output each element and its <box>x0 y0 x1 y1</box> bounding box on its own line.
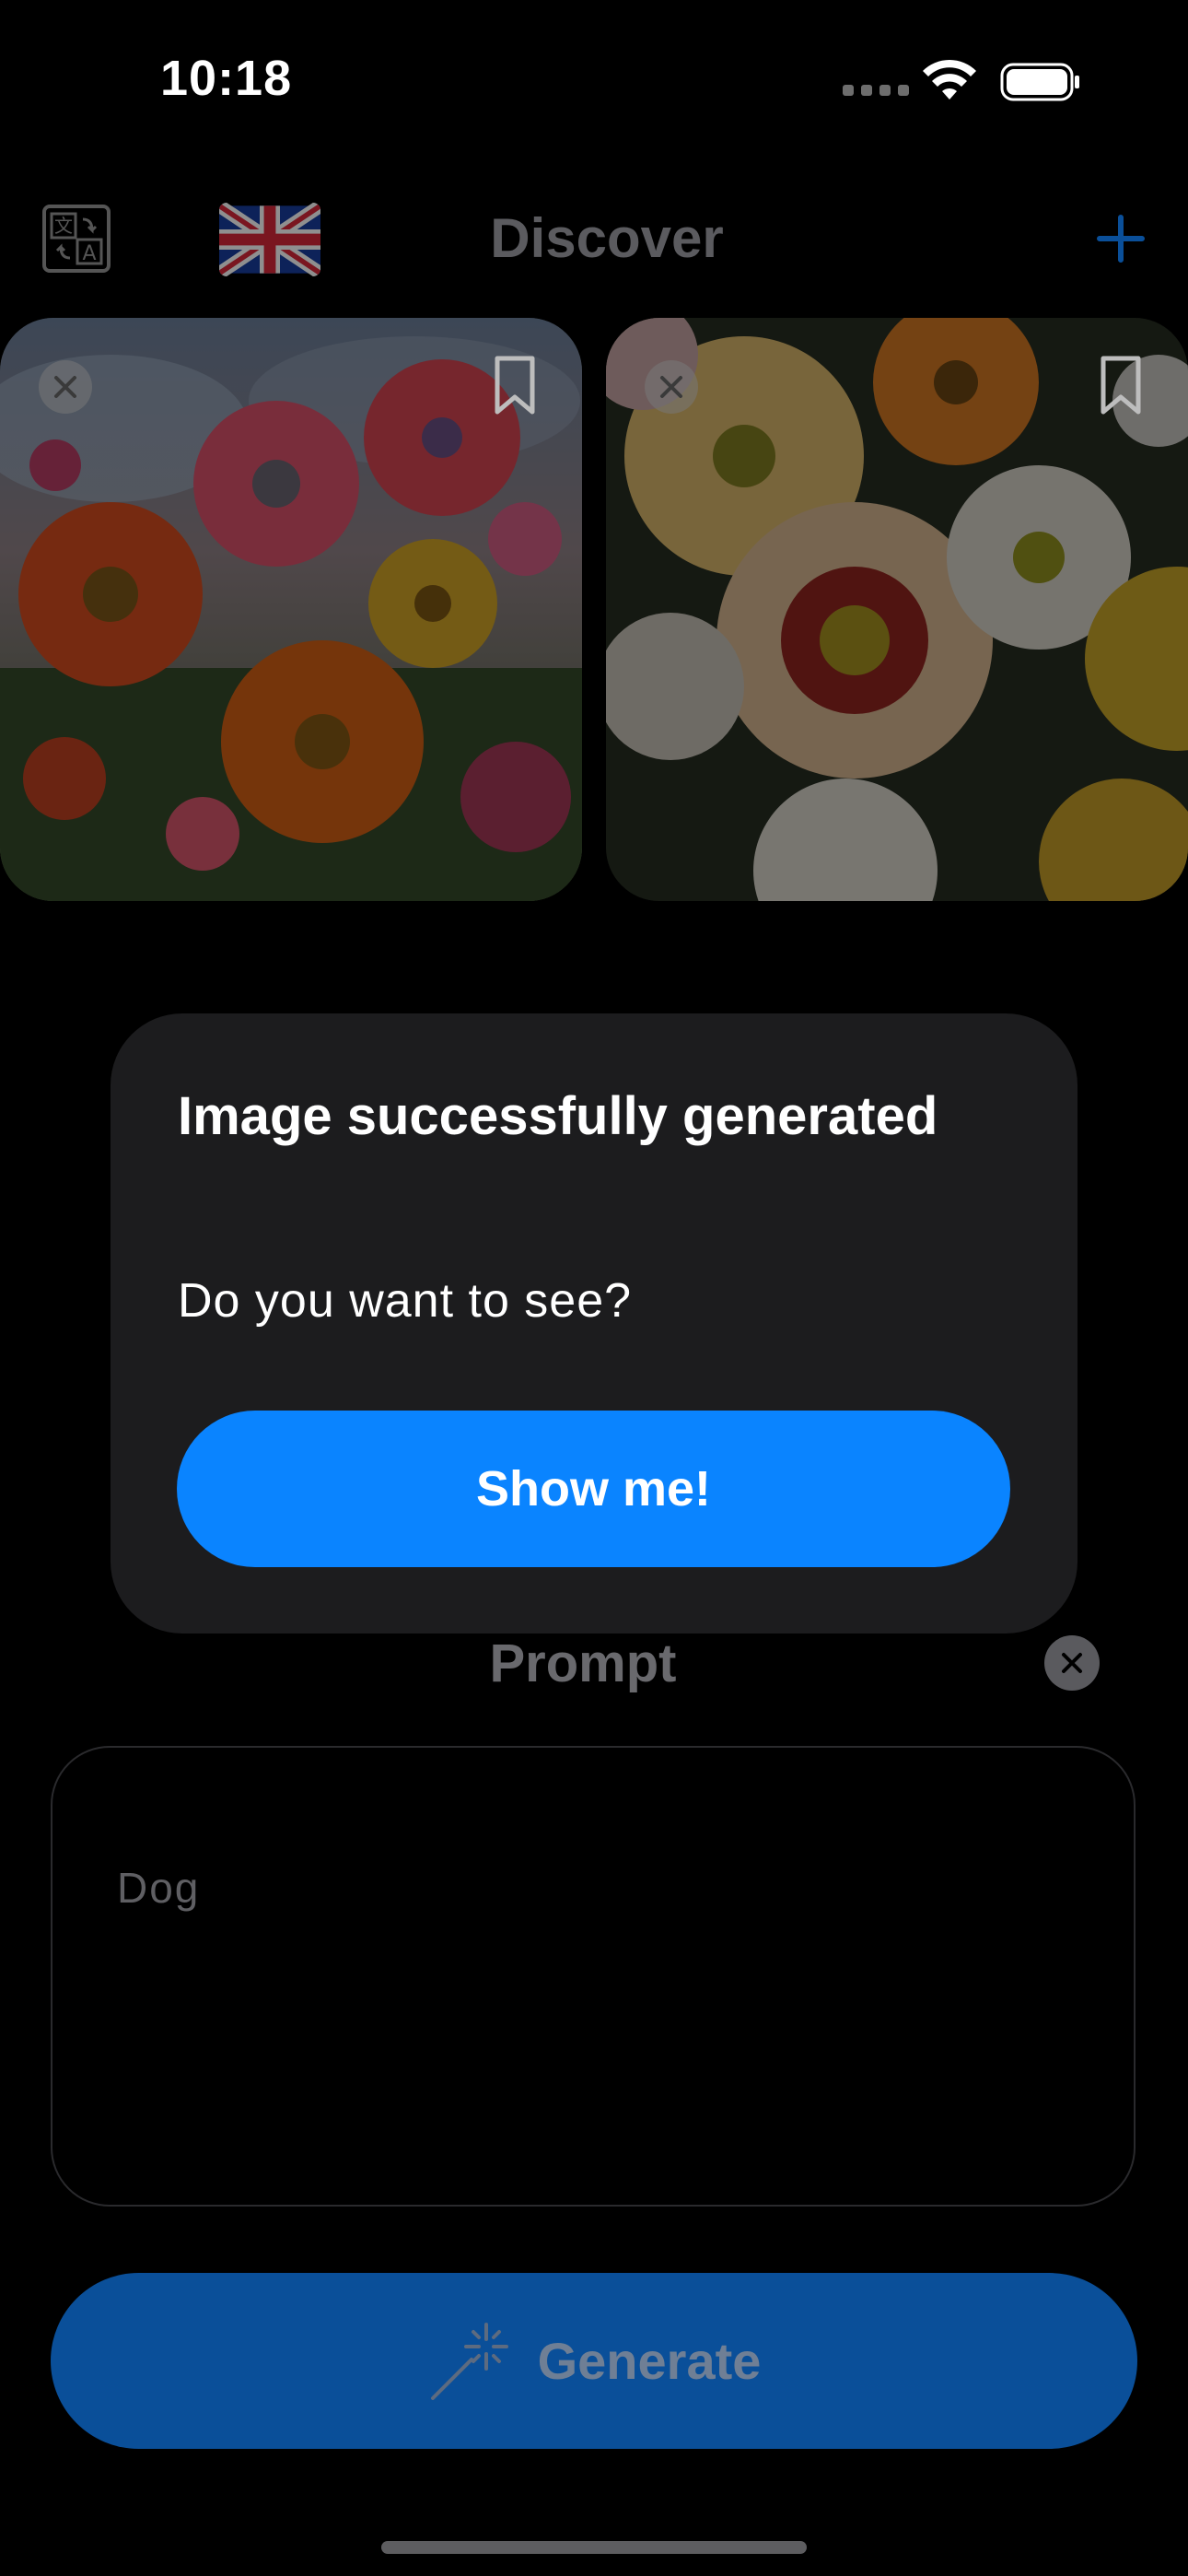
bookmark-icon[interactable] <box>494 355 536 416</box>
close-icon <box>660 376 682 398</box>
gallery-card[interactable] <box>0 318 582 901</box>
home-indicator[interactable] <box>381 2541 807 2554</box>
battery-icon <box>1000 63 1079 101</box>
prompt-title: Prompt <box>489 1633 677 1693</box>
alert-title: Image successfully generated <box>178 1086 938 1146</box>
close-icon <box>1062 1653 1082 1673</box>
alert-dialog: Image successfully generated Do you want… <box>111 1013 1077 1633</box>
status-time: 10:18 <box>160 51 293 106</box>
wifi-icon <box>923 59 976 100</box>
generate-label: Generate <box>537 2332 762 2390</box>
remove-card-button[interactable] <box>645 360 698 414</box>
prompt-input[interactable] <box>51 1746 1136 2207</box>
alert-message: Do you want to see? <box>178 1274 633 1328</box>
generate-button[interactable]: Generate <box>51 2273 1137 2449</box>
clear-prompt-button[interactable] <box>1044 1635 1100 1691</box>
close-icon <box>54 376 76 398</box>
bookmark-icon[interactable] <box>1100 355 1142 416</box>
show-me-button-label: Show me! <box>475 1461 712 1516</box>
plus-icon[interactable] <box>1096 214 1146 263</box>
prompt-input-value: Dog <box>117 1864 201 1912</box>
show-me-button[interactable]: Show me! <box>177 1411 1010 1567</box>
gallery-card[interactable] <box>606 318 1188 901</box>
cellular-signal-icon <box>843 85 911 96</box>
remove-card-button[interactable] <box>39 360 92 414</box>
magic-wand-icon <box>430 2322 508 2400</box>
header-title: Discover <box>490 207 724 269</box>
